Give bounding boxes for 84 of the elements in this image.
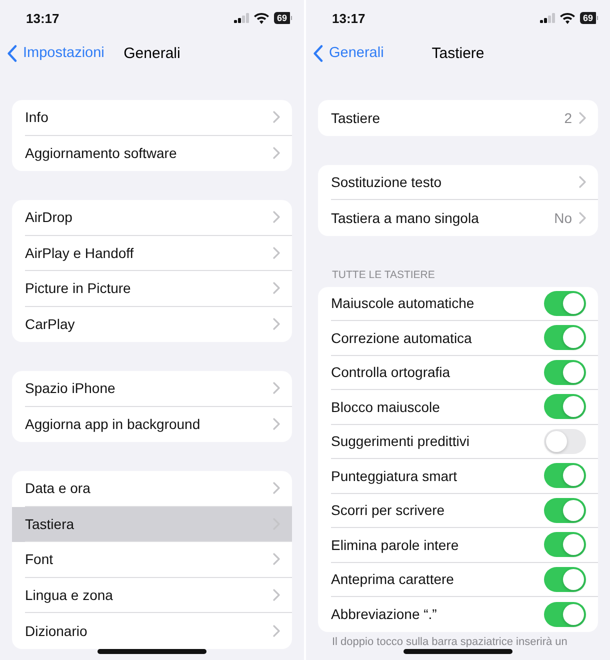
status-time: 13:17	[332, 10, 366, 26]
row-label: Correzione automatica	[331, 330, 473, 346]
status-time: 13:17	[26, 10, 60, 26]
chevron-right-icon	[273, 211, 280, 224]
row-label: AirDrop	[25, 209, 74, 226]
row-label: Info	[25, 109, 50, 126]
row-label: Sostituzione testo	[331, 174, 443, 190]
toggle-switch[interactable]	[544, 532, 586, 558]
chevron-right-icon	[273, 318, 280, 330]
battery-indicator: 69	[580, 12, 598, 24]
row-label: Tastiera	[25, 516, 76, 532]
row-label: Aggiornamento software	[25, 145, 178, 162]
toggle-switch[interactable]	[544, 325, 586, 350]
row-label: Aggiorna app in background	[25, 416, 202, 432]
toggle-switch[interactable]	[544, 290, 586, 316]
chevron-right-icon	[273, 382, 280, 394]
chevron-right-icon	[579, 112, 586, 124]
row-label: Maiuscole automatiche	[331, 295, 476, 312]
settings-row[interactable]: AirDrop	[12, 200, 292, 236]
settings-row[interactable]: Font	[12, 542, 292, 578]
row-label: AirPlay e Handoff	[25, 244, 135, 261]
settings-row[interactable]: Spazio iPhone	[12, 371, 292, 406]
settings-row[interactable]: Info	[12, 100, 292, 136]
toggle-switch[interactable]	[544, 566, 586, 592]
row-value: 2	[564, 110, 572, 126]
row-label: CarPlay	[25, 316, 76, 332]
nav-title: Generali	[124, 44, 180, 62]
row-value: No	[554, 210, 572, 226]
chevron-left-icon	[7, 44, 17, 62]
row-label: Blocco maiuscole	[331, 398, 441, 415]
row-label: Controlla ortografia	[331, 364, 452, 380]
settings-row[interactable]: Lingua e zona	[12, 578, 292, 613]
row-label: Tastiere	[331, 110, 382, 126]
signal-icon	[540, 13, 555, 23]
settings-row[interactable]: Aggiorna app in background	[12, 406, 292, 442]
footer-note: Il doppio tocco sulla barra spaziatrice inserirà un	[332, 636, 568, 648]
toggle-switch[interactable]	[544, 463, 586, 488]
settings-row[interactable]: AirPlay e Handoff	[12, 236, 292, 271]
row-label: Font	[25, 551, 54, 568]
settings-row[interactable]: Tastiere 2	[318, 100, 598, 136]
chevron-right-icon	[273, 482, 280, 494]
row-label: Lingua e zona	[25, 586, 114, 603]
toggle-switch[interactable]	[544, 394, 586, 420]
battery-indicator: 69	[274, 12, 292, 24]
chevron-right-icon	[273, 553, 280, 566]
chevron-right-icon	[273, 624, 280, 637]
signal-icon	[234, 13, 249, 23]
toggle-switch[interactable]	[544, 602, 586, 627]
chevron-right-icon	[579, 176, 586, 188]
wifi-icon	[254, 12, 269, 24]
settings-row[interactable]: Aggiornamento software	[12, 136, 292, 171]
settings-row[interactable]: Sostituzione testo	[318, 164, 598, 200]
settings-row[interactable]: Tastiera	[12, 506, 292, 542]
chevron-right-icon	[273, 111, 280, 124]
row-label: Punteggiatura smart	[331, 468, 458, 484]
toggle-switch[interactable]	[544, 498, 586, 523]
toggle-switch[interactable]	[544, 360, 586, 385]
back-button[interactable]: Generali	[313, 42, 384, 64]
toggle-switch[interactable]	[544, 428, 586, 454]
chevron-right-icon	[273, 282, 280, 294]
row-label: Picture in Picture	[25, 280, 132, 296]
row-label: Anteprima carattere	[331, 571, 455, 588]
settings-row[interactable]: CarPlay	[12, 306, 292, 342]
wifi-icon	[560, 12, 575, 24]
row-label: Dizionario	[25, 622, 88, 639]
section-header: TUTTE LE TASTIERE	[332, 268, 436, 282]
row-label: Elimina parole intere	[331, 536, 460, 553]
row-label: Tastiera a mano singola	[331, 210, 480, 226]
back-button[interactable]: Impostazioni	[7, 42, 104, 64]
chevron-left-icon	[313, 44, 323, 62]
row-label: Data e ora	[25, 480, 92, 496]
chevron-right-icon	[273, 147, 280, 160]
chevron-right-icon	[273, 418, 280, 430]
row-label: Scorri per scrivere	[331, 502, 446, 518]
row-label: Spazio iPhone	[25, 380, 116, 396]
chevron-right-icon	[579, 212, 586, 224]
nav-title: Tastiere	[432, 44, 484, 62]
chevron-right-icon	[273, 588, 280, 601]
row-label: Abbreviazione “.”	[331, 606, 438, 622]
settings-row[interactable]: Dizionario	[12, 613, 292, 648]
settings-row[interactable]: Picture in Picture	[12, 271, 292, 306]
chevron-right-icon	[273, 246, 280, 259]
settings-row[interactable]: Tastiera a mano singola No	[318, 200, 598, 236]
row-label: Suggerimenti predittivi	[331, 433, 471, 450]
